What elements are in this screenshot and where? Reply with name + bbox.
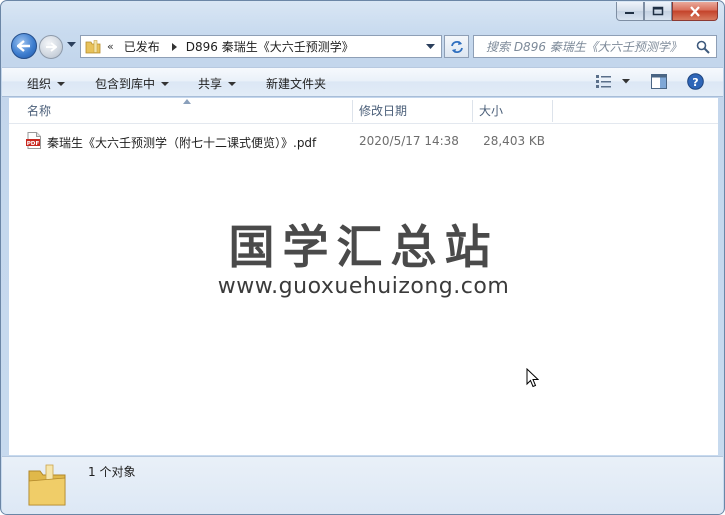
forward-button[interactable] bbox=[39, 35, 63, 59]
share-label: 共享 bbox=[198, 77, 223, 91]
folder-icon bbox=[85, 39, 101, 53]
minimize-icon bbox=[625, 12, 634, 14]
file-list-view[interactable]: 名称 修改日期 大小 PDF 秦瑞生《大六壬预测学（附七十二课式便览）》.pdf… bbox=[9, 98, 718, 455]
search-placeholder: 搜索 D896 秦瑞生《大六壬预测学》 bbox=[486, 40, 682, 54]
new-folder-button[interactable]: 新建文件夹 bbox=[266, 75, 326, 92]
include-in-library-label: 包含到库中 bbox=[95, 77, 156, 91]
file-size: 28,403 KB bbox=[483, 134, 545, 148]
column-modified[interactable]: 修改日期 bbox=[349, 98, 407, 124]
file-name[interactable]: 秦瑞生《大六壬预测学（附七十二课式便览）》.pdf bbox=[47, 134, 316, 151]
include-in-library-menu[interactable]: 包含到库中 bbox=[95, 75, 170, 92]
column-header-row: 名称 修改日期 大小 bbox=[9, 98, 718, 124]
address-history-dropdown-icon[interactable] bbox=[426, 44, 435, 50]
maximize-button[interactable] bbox=[644, 2, 672, 21]
mouse-cursor-icon bbox=[526, 368, 539, 388]
file-modified-date: 2020/5/17 14:38 bbox=[359, 134, 459, 148]
watermark-title: 国学汇总站 bbox=[228, 220, 499, 274]
refresh-icon bbox=[450, 40, 463, 53]
organize-menu[interactable]: 组织 bbox=[27, 75, 66, 92]
chevron-down-icon bbox=[161, 81, 170, 86]
new-folder-label: 新建文件夹 bbox=[266, 77, 327, 91]
folder-large-icon bbox=[28, 464, 66, 506]
chevron-down-icon bbox=[57, 81, 66, 86]
column-size[interactable]: 大小 bbox=[469, 98, 503, 124]
recent-pages-dropdown-icon[interactable] bbox=[67, 42, 76, 48]
close-button[interactable] bbox=[672, 2, 718, 21]
details-pane: 1 个对象 bbox=[2, 456, 723, 514]
arrow-left-icon bbox=[17, 40, 30, 52]
pdf-icon: PDF bbox=[26, 132, 41, 149]
explorer-window: « 已发布 D896 秦瑞生《大六壬预测学》 搜索 D896 秦瑞生《大六壬预测… bbox=[0, 0, 725, 515]
command-bar: 组织 包含到库中 共享 新建文件夹 ? bbox=[2, 67, 723, 97]
minimize-button[interactable] bbox=[616, 2, 644, 21]
breadcrumb-current-folder[interactable]: D896 秦瑞生《大六壬预测学》 bbox=[186, 38, 354, 55]
search-icon[interactable] bbox=[696, 40, 710, 54]
view-options-dropdown-icon[interactable] bbox=[622, 79, 631, 85]
change-view-button[interactable] bbox=[596, 74, 612, 88]
help-icon: ? bbox=[692, 76, 698, 89]
organize-label: 组织 bbox=[27, 77, 52, 91]
preview-pane-button[interactable] bbox=[651, 74, 667, 89]
navigation-bar: « 已发布 D896 秦瑞生《大六壬预测学》 搜索 D896 秦瑞生《大六壬预测… bbox=[1, 29, 724, 63]
column-divider[interactable] bbox=[552, 100, 553, 122]
close-icon bbox=[690, 5, 700, 17]
caption-buttons bbox=[616, 2, 718, 21]
sort-ascending-icon bbox=[183, 99, 191, 104]
arrow-right-icon bbox=[46, 42, 57, 52]
file-row[interactable]: PDF 秦瑞生《大六壬预测学（附七十二课式便览）》.pdf 2020/5/17 … bbox=[9, 130, 718, 152]
address-overflow-chevron[interactable]: « bbox=[107, 40, 114, 53]
svg-text:PDF: PDF bbox=[27, 141, 40, 147]
breadcrumb-separator-icon[interactable] bbox=[171, 42, 178, 51]
address-bar[interactable]: « 已发布 D896 秦瑞生《大六壬预测学》 bbox=[80, 35, 442, 58]
back-button[interactable] bbox=[11, 33, 37, 59]
help-button[interactable]: ? bbox=[687, 73, 704, 90]
breadcrumb-published[interactable]: 已发布 bbox=[124, 38, 160, 55]
search-input[interactable]: 搜索 D896 秦瑞生《大六壬预测学》 bbox=[473, 35, 717, 58]
refresh-button[interactable] bbox=[444, 35, 469, 58]
share-menu[interactable]: 共享 bbox=[198, 75, 237, 92]
column-name[interactable]: 名称 bbox=[17, 98, 51, 124]
watermark-url: www.guoxuehuizong.com bbox=[217, 274, 510, 299]
chevron-down-icon bbox=[228, 81, 237, 86]
view-list-icon bbox=[596, 75, 611, 88]
maximize-icon bbox=[652, 6, 664, 16]
item-count: 1 个对象 bbox=[88, 465, 136, 479]
